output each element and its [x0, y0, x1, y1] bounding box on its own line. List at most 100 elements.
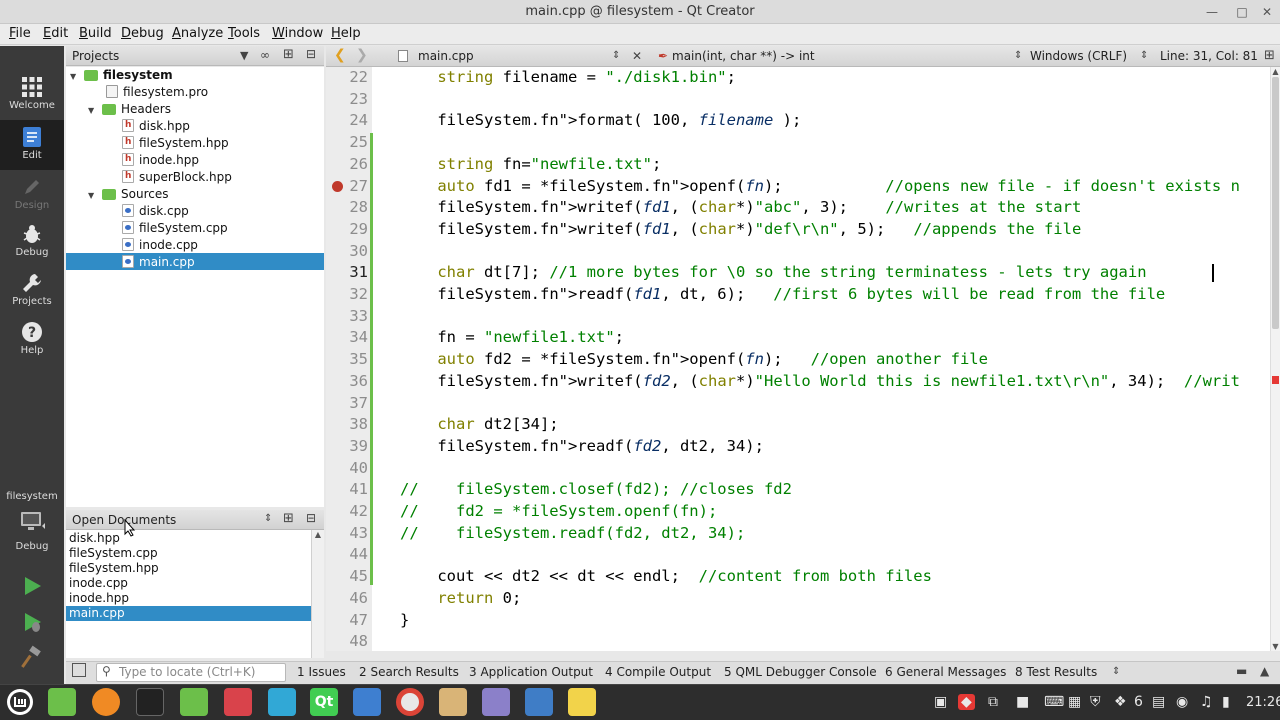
tree-item-file[interactable]: disk.hpp: [122, 117, 190, 135]
line-endings-selector[interactable]: Windows (CRLF): [1030, 49, 1127, 63]
output-tab-application-output[interactable]: 3 Application Output: [469, 665, 593, 679]
line-endings-dropdown-icon[interactable]: ⇕: [1140, 50, 1148, 61]
tree-item-pro[interactable]: filesystem.pro: [106, 84, 208, 101]
keyboard-icon[interactable]: ⌨: [1044, 694, 1064, 710]
back-arrow-icon[interactable]: ❮: [334, 47, 346, 63]
code-line[interactable]: fn = "newfile1.txt";: [400, 327, 624, 349]
mode-help[interactable]: ? Help: [0, 315, 64, 365]
open-doc-item-selected[interactable]: main.cpp: [69, 606, 125, 621]
code-line[interactable]: // fileSystem.closef(fd2); //closes fd2: [400, 479, 792, 501]
file-dropdown-icon[interactable]: ⇕: [612, 50, 620, 61]
line-number[interactable]: 41: [326, 479, 368, 501]
sort-icon[interactable]: ⇕: [264, 513, 272, 524]
camera-icon[interactable]: ■: [1016, 694, 1029, 710]
code-line[interactable]: auto fd2 = *fileSystem.fn">openf(fn); //…: [400, 349, 988, 371]
maximize-icon[interactable]: □: [1230, 0, 1254, 24]
network-icon[interactable]: ▤: [1152, 694, 1165, 710]
line-number[interactable]: 29: [326, 219, 368, 241]
tree-item-headers[interactable]: ▼ Headers: [88, 101, 171, 118]
line-number[interactable]: 47: [326, 610, 368, 632]
line-number[interactable]: 35: [326, 349, 368, 371]
line-number[interactable]: 27: [326, 176, 368, 198]
menu-window[interactable]: Window: [272, 26, 323, 41]
terminal-icon[interactable]: [136, 688, 164, 716]
tree-item-file[interactable]: fileSystem.hpp: [122, 134, 229, 152]
open-doc-item[interactable]: inode.cpp: [69, 576, 128, 591]
close-pane-icon[interactable]: ⊟: [306, 511, 316, 525]
clock[interactable]: 21:26: [1246, 695, 1280, 710]
tree-item-file-selected[interactable]: main.cpp: [122, 254, 195, 271]
output-tab-qml-debugger[interactable]: 5 QML Debugger Console: [724, 665, 877, 679]
split-icon[interactable]: ⊞: [283, 511, 294, 526]
more-tabs-icon[interactable]: ⇕: [1112, 666, 1120, 677]
line-number[interactable]: 24: [326, 110, 368, 132]
cursor-position[interactable]: Line: 31, Col: 81: [1160, 49, 1258, 63]
archive-icon[interactable]: [439, 688, 467, 716]
tree-item-file[interactable]: inode.hpp: [122, 151, 199, 169]
clipboard-icon[interactable]: ▦: [1068, 694, 1081, 710]
menu-tools[interactable]: Tools: [228, 26, 260, 41]
text-editor-icon[interactable]: [353, 688, 381, 716]
code-line[interactable]: fileSystem.fn">writef(fd1, (char*)"abc",…: [400, 197, 1081, 219]
scrollbar-thumb[interactable]: [1272, 77, 1279, 329]
code-line[interactable]: cout << dt2 << dt << endl; //content fro…: [400, 566, 932, 588]
locator-input[interactable]: Type to locate (Ctrl+K): [96, 663, 286, 682]
code-line[interactable]: fileSystem.fn">writef(fd1, (char*)"def\r…: [400, 219, 1081, 241]
editor-scrollbar[interactable]: ▲ ▼: [1270, 67, 1280, 651]
output-tab-search-results[interactable]: 2 Search Results: [359, 665, 459, 679]
run-icon[interactable]: [20, 574, 44, 598]
files-icon[interactable]: [180, 688, 208, 716]
line-number[interactable]: 44: [326, 544, 368, 566]
expand-arrow-icon[interactable]: ▼: [70, 68, 84, 85]
menu-debug[interactable]: Debug: [121, 26, 164, 41]
line-number[interactable]: 32: [326, 284, 368, 306]
scroll-up-icon[interactable]: ▲: [1271, 67, 1280, 76]
line-number[interactable]: 37: [326, 393, 368, 415]
open-documents-scrollbar[interactable]: ▲: [311, 530, 324, 658]
toggle-sidebar-icon[interactable]: [72, 663, 86, 677]
close-pane-icon[interactable]: ⊟: [306, 47, 316, 61]
filter-icon[interactable]: ▼: [240, 49, 248, 62]
menu-file[interactable]: File: [9, 26, 31, 41]
line-number[interactable]: 46: [326, 588, 368, 610]
line-number[interactable]: 36: [326, 371, 368, 393]
music-icon[interactable]: ♫: [1200, 694, 1213, 710]
code-line[interactable]: fileSystem.fn">format( 100, filename );: [400, 110, 801, 132]
scroll-up-icon[interactable]: ▲: [312, 530, 324, 539]
output-tab-general-messages[interactable]: 6 General Messages: [885, 665, 1006, 679]
line-number[interactable]: 39: [326, 436, 368, 458]
current-file-name[interactable]: main.cpp: [418, 49, 474, 63]
shield-icon[interactable]: ⛨: [1090, 694, 1101, 710]
line-number[interactable]: 30: [326, 241, 368, 263]
line-number[interactable]: 28: [326, 197, 368, 219]
code-line[interactable]: string filename = "./disk1.bin";: [400, 67, 736, 89]
minimize-output-icon[interactable]: ▬: [1236, 664, 1247, 678]
tree-item-file[interactable]: superBlock.hpp: [122, 168, 232, 186]
code-line[interactable]: fileSystem.fn">readf(fd2, dt2, 34);: [400, 436, 764, 458]
build-hammer-icon[interactable]: [20, 645, 44, 669]
tree-item-file[interactable]: fileSystem.cpp: [122, 220, 228, 237]
code-line[interactable]: char dt2[34];: [400, 414, 558, 436]
line-number[interactable]: 26: [326, 154, 368, 176]
open-doc-item[interactable]: inode.hpp: [69, 591, 129, 606]
desktop-icon[interactable]: [48, 688, 76, 716]
close-file-icon[interactable]: ✕: [632, 49, 642, 63]
firefox-icon[interactable]: [92, 688, 120, 716]
code-line[interactable]: }: [400, 610, 409, 632]
qt-creator-icon[interactable]: Qt: [310, 688, 338, 716]
line-number[interactable]: 45: [326, 566, 368, 588]
transfer-app-icon[interactable]: [268, 688, 296, 716]
code-line[interactable]: // fileSystem.readf(fd2, dt2, 34);: [400, 523, 745, 545]
wifi-icon[interactable]: ◉: [1176, 694, 1188, 710]
mint-menu-icon[interactable]: [6, 688, 34, 716]
screenshot-icon[interactable]: [525, 688, 553, 716]
maximize-output-icon[interactable]: ▲: [1260, 664, 1269, 678]
vpn-icon[interactable]: ◆: [958, 694, 975, 710]
code-line[interactable]: char dt[7]; //1 more bytes for \0 so the…: [400, 262, 1146, 284]
line-number[interactable]: 33: [326, 306, 368, 328]
debug-run-icon[interactable]: [20, 610, 44, 634]
menu-analyze[interactable]: Analyze: [172, 26, 223, 41]
notes-icon[interactable]: [482, 688, 510, 716]
menu-edit[interactable]: Edit: [43, 26, 68, 41]
code-line[interactable]: string fn="newfile.txt";: [400, 154, 661, 176]
